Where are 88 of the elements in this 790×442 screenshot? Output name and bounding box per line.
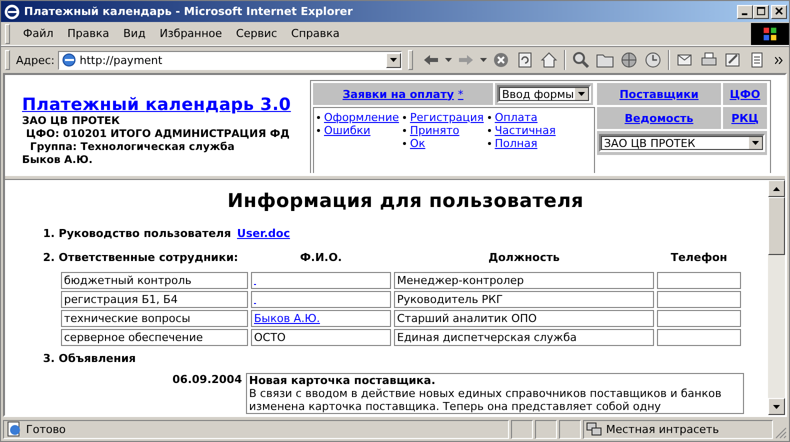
menu-item[interactable]: Избранное [152, 25, 230, 42]
dropdown-arrow-icon[interactable] [480, 58, 487, 62]
bullet-icon [317, 116, 320, 119]
table-cell: бюджетный контроль [61, 272, 248, 289]
group-text: Группа: Технологическая служба [29, 141, 236, 154]
menu-item[interactable]: Справка [284, 25, 347, 42]
status-pane [511, 420, 533, 438]
user-name: Быков А.Ю. [22, 154, 94, 167]
status-pane [535, 420, 557, 438]
search-icon[interactable] [572, 51, 590, 69]
status-link[interactable]: Частичная [494, 124, 556, 137]
status-pane [559, 420, 581, 438]
status-link[interactable]: Регистрация [410, 111, 484, 124]
table-cell: технические вопросы [61, 310, 248, 327]
manual-link[interactable]: User.doc [237, 227, 290, 240]
table-cell: регистрация Б1, Б4 [61, 291, 248, 308]
close-icon [774, 7, 784, 16]
globe-icon[interactable] [620, 51, 638, 69]
browser-logo-icon [4, 4, 20, 20]
person-link[interactable]: Быков А.Ю. [254, 312, 320, 325]
caret-icon [390, 58, 397, 62]
organization-text: ЗАО ЦВ ПРОТЕК [22, 115, 121, 128]
status-link[interactable]: Полная [494, 137, 538, 150]
home-icon[interactable] [540, 51, 558, 69]
table-cell: серверное обеспечение [61, 329, 248, 346]
resize-grip-icon[interactable] [775, 427, 787, 439]
scroll-thumb[interactable] [768, 197, 785, 255]
section-label: 1. Руководство пользователя [43, 227, 232, 240]
column-header: Ф.И.О. [298, 251, 343, 264]
close-button[interactable] [771, 4, 787, 18]
clock-icon[interactable] [644, 51, 662, 69]
news-text: В связи с вводом в действие новых единых справочников поставщиков и банков изменена карточка поставщика. Теперь она представляет собой одну [249, 387, 722, 413]
bullet-icon [488, 142, 491, 145]
page-heading: Информация для пользователя [226, 190, 585, 212]
scroll-down-arrow-icon [773, 404, 780, 408]
bullet-icon [317, 129, 320, 132]
bullet-icon [488, 116, 491, 119]
status-link[interactable]: Оформление [324, 111, 399, 124]
status-link[interactable]: Оплата [494, 111, 538, 124]
bullet-icon [488, 129, 491, 132]
stop-icon[interactable] [492, 51, 510, 69]
refresh-icon[interactable] [516, 51, 534, 69]
menu-item[interactable]: Сервис [229, 25, 284, 42]
news-date: 06.09.2004 [171, 373, 242, 388]
menu-item[interactable]: Файл [16, 25, 60, 42]
status-text: Готово [26, 422, 66, 436]
table-cell: ОСТО [251, 329, 391, 346]
cfo-text: ЦФО: 010201 ИТОГО АДМИНИСТРАЦИЯ ФД [25, 128, 291, 141]
menu-item[interactable]: Правка [60, 25, 116, 42]
status-link[interactable]: Ошибки [324, 124, 370, 137]
table-cell: Менеджер-контролер [394, 272, 654, 289]
table-cell: Руководитель РКГ [394, 291, 654, 308]
form-select[interactable]: Ввод формы [497, 85, 591, 103]
requests-link[interactable]: Заявки на оплату [342, 88, 454, 100]
caret-icon [578, 92, 585, 96]
section-label: 3. Объявления [43, 352, 137, 365]
scroll-up-arrow-icon [773, 186, 780, 190]
column-header: Должность [487, 251, 561, 264]
bullet-icon [402, 129, 406, 132]
dropdown-arrow-icon[interactable] [444, 58, 452, 62]
dropdown-button[interactable] [386, 52, 401, 68]
address-field[interactable]: http://payment [58, 50, 402, 70]
organization-select[interactable]: ЗАО ЦВ ПРОТЕК [599, 134, 765, 152]
section-label: 2. Ответственные сотрудники: [43, 251, 240, 266]
zone-text: Местная интрасеть [606, 422, 719, 436]
minimize-button[interactable] [737, 4, 753, 18]
window-title: Платежный календарь - Microsoft Internet Explorer [24, 5, 354, 18]
bullet-icon [402, 116, 406, 119]
table-cell: Старший аналитик ОПО [394, 310, 654, 327]
caret-icon [752, 141, 759, 145]
status-link[interactable]: Принято [410, 124, 460, 137]
vertical-scrollbar[interactable] [768, 180, 785, 415]
news-title: Новая карточка поставщика. [249, 374, 436, 387]
bullet-icon [402, 142, 406, 145]
maximize-icon [756, 7, 766, 16]
column-header: Телефон [670, 251, 728, 264]
address-label: Адрес: [16, 54, 55, 66]
status-link[interactable]: Ок [410, 137, 426, 150]
app-title-link[interactable]: Платежный календарь 3.0 [22, 95, 310, 115]
page-icon [6, 421, 22, 437]
new-request-link[interactable]: * [458, 88, 464, 100]
windows-logo-icon [751, 22, 789, 44]
edit-icon[interactable] [724, 51, 742, 69]
maximize-button[interactable] [753, 4, 769, 18]
menu-item[interactable]: Вид [116, 25, 153, 42]
page-icon [60, 52, 77, 68]
intranet-icon [586, 421, 602, 437]
table-cell: Единая диспетчерская служба [394, 329, 654, 346]
